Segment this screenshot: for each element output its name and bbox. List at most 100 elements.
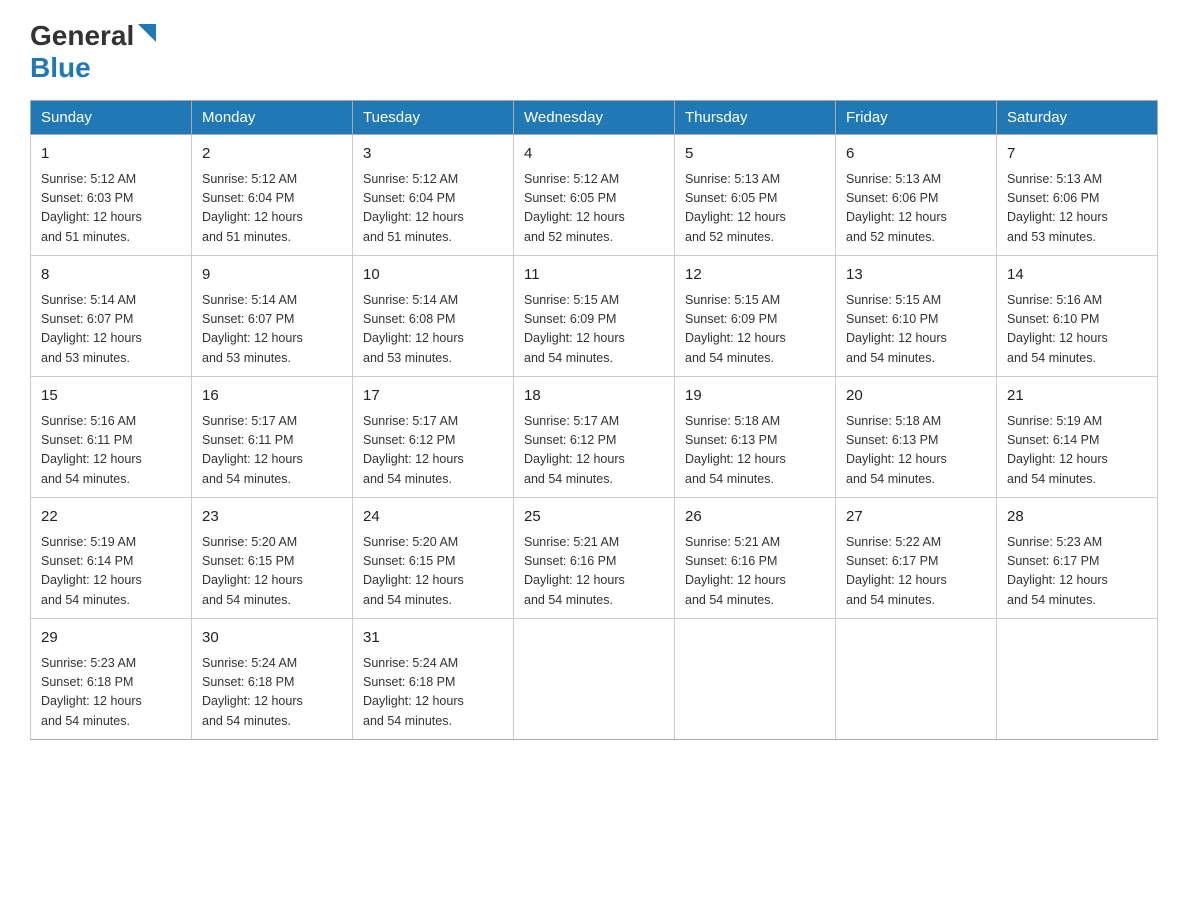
calendar-cell: 19 Sunrise: 5:18 AMSunset: 6:13 PMDayligh… [675, 377, 836, 498]
col-header-thursday: Thursday [675, 101, 836, 135]
day-number: 10 [363, 264, 503, 287]
week-row-5: 29Sunrise: 5:23 AMSunset: 6:18 PMDayligh… [31, 619, 1158, 740]
day-number: 14 [1007, 264, 1147, 287]
calendar-cell: 7Sunrise: 5:13 AMSunset: 6:06 PMDaylight… [997, 135, 1158, 256]
calendar-cell [675, 619, 836, 740]
day-info: Sunrise: 5:12 AMSunset: 6:04 PMDaylight:… [202, 170, 342, 248]
calendar-cell: 20 Sunrise: 5:18 AMSunset: 6:13 PMDayligh… [836, 377, 997, 498]
day-number: 16 [202, 385, 342, 408]
calendar-cell: 24 Sunrise: 5:20 AMSunset: 6:15 PMDayligh… [353, 498, 514, 619]
day-info: Sunrise: 5:15 AMSunset: 6:09 PMDaylight:… [685, 291, 825, 369]
day-info: Sunrise: 5:12 AMSunset: 6:04 PMDaylight:… [363, 170, 503, 248]
calendar-cell: 14Sunrise: 5:16 AMSunset: 6:10 PMDayligh… [997, 256, 1158, 377]
day-info: Sunrise: 5:20 AMSunset: 6:15 PMDaylight:… [202, 533, 342, 611]
calendar-cell: 30Sunrise: 5:24 AMSunset: 6:18 PMDayligh… [192, 619, 353, 740]
day-number: 18 [524, 385, 664, 408]
logo-blue-text: Blue [30, 52, 91, 83]
day-number: 26 [685, 506, 825, 529]
day-info: Sunrise: 5:14 AMSunset: 6:07 PMDaylight:… [202, 291, 342, 369]
day-number: 3 [363, 143, 503, 166]
day-number: 6 [846, 143, 986, 166]
day-info: Sunrise: 5:13 AMSunset: 6:06 PMDaylight:… [846, 170, 986, 248]
day-number: 1 [41, 143, 181, 166]
week-row-3: 15Sunrise: 5:16 AMSunset: 6:11 PMDayligh… [31, 377, 1158, 498]
day-info: Sunrise: 5:12 AMSunset: 6:03 PMDaylight:… [41, 170, 181, 248]
day-number: 13 [846, 264, 986, 287]
day-info: Sunrise: 5:19 AMSunset: 6:14 PMDaylight:… [41, 533, 181, 611]
day-number: 19 [685, 385, 825, 408]
calendar-cell: 2 Sunrise: 5:12 AMSunset: 6:04 PMDaylight… [192, 135, 353, 256]
day-number: 9 [202, 264, 342, 287]
calendar-cell: 27Sunrise: 5:22 AMSunset: 6:17 PMDayligh… [836, 498, 997, 619]
day-number: 25 [524, 506, 664, 529]
calendar-cell: 25 Sunrise: 5:21 AMSunset: 6:16 PMDayligh… [514, 498, 675, 619]
calendar-table: SundayMondayTuesdayWednesdayThursdayFrid… [30, 100, 1158, 740]
calendar-cell: 23Sunrise: 5:20 AMSunset: 6:15 PMDayligh… [192, 498, 353, 619]
calendar-cell: 18 Sunrise: 5:17 AMSunset: 6:12 PMDayligh… [514, 377, 675, 498]
calendar-cell: 26Sunrise: 5:21 AMSunset: 6:16 PMDayligh… [675, 498, 836, 619]
day-info: Sunrise: 5:17 AMSunset: 6:12 PMDaylight:… [524, 412, 664, 490]
day-info: Sunrise: 5:20 AMSunset: 6:15 PMDaylight:… [363, 533, 503, 611]
calendar-cell: 6 Sunrise: 5:13 AMSunset: 6:06 PMDaylight… [836, 135, 997, 256]
day-number: 24 [363, 506, 503, 529]
day-info: Sunrise: 5:23 AMSunset: 6:17 PMDaylight:… [1007, 533, 1147, 611]
day-info: Sunrise: 5:15 AMSunset: 6:10 PMDaylight:… [846, 291, 986, 369]
day-number: 29 [41, 627, 181, 650]
day-info: Sunrise: 5:22 AMSunset: 6:17 PMDaylight:… [846, 533, 986, 611]
day-info: Sunrise: 5:12 AMSunset: 6:05 PMDaylight:… [524, 170, 664, 248]
week-row-4: 22 Sunrise: 5:19 AMSunset: 6:14 PMDayligh… [31, 498, 1158, 619]
day-number: 12 [685, 264, 825, 287]
col-header-friday: Friday [836, 101, 997, 135]
week-row-2: 8 Sunrise: 5:14 AMSunset: 6:07 PMDaylight… [31, 256, 1158, 377]
day-info: Sunrise: 5:15 AMSunset: 6:09 PMDaylight:… [524, 291, 664, 369]
logo[interactable]: General Blue [30, 20, 156, 84]
calendar-cell: 3 Sunrise: 5:12 AMSunset: 6:04 PMDaylight… [353, 135, 514, 256]
day-info: Sunrise: 5:14 AMSunset: 6:08 PMDaylight:… [363, 291, 503, 369]
day-number: 31 [363, 627, 503, 650]
week-row-1: 1 Sunrise: 5:12 AMSunset: 6:03 PMDaylight… [31, 135, 1158, 256]
day-number: 2 [202, 143, 342, 166]
calendar-cell: 28 Sunrise: 5:23 AMSunset: 6:17 PMDayligh… [997, 498, 1158, 619]
col-header-tuesday: Tuesday [353, 101, 514, 135]
day-info: Sunrise: 5:17 AMSunset: 6:11 PMDaylight:… [202, 412, 342, 490]
day-number: 21 [1007, 385, 1147, 408]
col-header-wednesday: Wednesday [514, 101, 675, 135]
day-number: 4 [524, 143, 664, 166]
calendar-cell: 29Sunrise: 5:23 AMSunset: 6:18 PMDayligh… [31, 619, 192, 740]
logo-triangle-icon [138, 24, 156, 47]
day-info: Sunrise: 5:18 AMSunset: 6:13 PMDaylight:… [846, 412, 986, 490]
day-number: 30 [202, 627, 342, 650]
col-header-sunday: Sunday [31, 101, 192, 135]
day-info: Sunrise: 5:24 AMSunset: 6:18 PMDaylight:… [363, 654, 503, 732]
day-info: Sunrise: 5:14 AMSunset: 6:07 PMDaylight:… [41, 291, 181, 369]
calendar-header-row: SundayMondayTuesdayWednesdayThursdayFrid… [31, 101, 1158, 135]
day-number: 11 [524, 264, 664, 287]
calendar-cell: 12 Sunrise: 5:15 AMSunset: 6:09 PMDayligh… [675, 256, 836, 377]
day-number: 8 [41, 264, 181, 287]
calendar-cell: 15Sunrise: 5:16 AMSunset: 6:11 PMDayligh… [31, 377, 192, 498]
day-info: Sunrise: 5:17 AMSunset: 6:12 PMDaylight:… [363, 412, 503, 490]
day-info: Sunrise: 5:19 AMSunset: 6:14 PMDaylight:… [1007, 412, 1147, 490]
calendar-cell [514, 619, 675, 740]
day-number: 15 [41, 385, 181, 408]
calendar-cell: 11 Sunrise: 5:15 AMSunset: 6:09 PMDayligh… [514, 256, 675, 377]
calendar-cell: 8 Sunrise: 5:14 AMSunset: 6:07 PMDaylight… [31, 256, 192, 377]
calendar-cell: 31 Sunrise: 5:24 AMSunset: 6:18 PMDayligh… [353, 619, 514, 740]
day-number: 28 [1007, 506, 1147, 529]
page-header: General Blue [30, 20, 1158, 84]
calendar-cell: 5Sunrise: 5:13 AMSunset: 6:05 PMDaylight… [675, 135, 836, 256]
day-info: Sunrise: 5:21 AMSunset: 6:16 PMDaylight:… [524, 533, 664, 611]
calendar-cell [836, 619, 997, 740]
col-header-saturday: Saturday [997, 101, 1158, 135]
day-number: 5 [685, 143, 825, 166]
calendar-cell: 13 Sunrise: 5:15 AMSunset: 6:10 PMDayligh… [836, 256, 997, 377]
day-info: Sunrise: 5:18 AMSunset: 6:13 PMDaylight:… [685, 412, 825, 490]
col-header-monday: Monday [192, 101, 353, 135]
calendar-cell: 17Sunrise: 5:17 AMSunset: 6:12 PMDayligh… [353, 377, 514, 498]
calendar-cell: 16 Sunrise: 5:17 AMSunset: 6:11 PMDayligh… [192, 377, 353, 498]
day-number: 20 [846, 385, 986, 408]
day-number: 7 [1007, 143, 1147, 166]
calendar-cell: 21 Sunrise: 5:19 AMSunset: 6:14 PMDayligh… [997, 377, 1158, 498]
day-number: 22 [41, 506, 181, 529]
calendar-cell: 1 Sunrise: 5:12 AMSunset: 6:03 PMDaylight… [31, 135, 192, 256]
